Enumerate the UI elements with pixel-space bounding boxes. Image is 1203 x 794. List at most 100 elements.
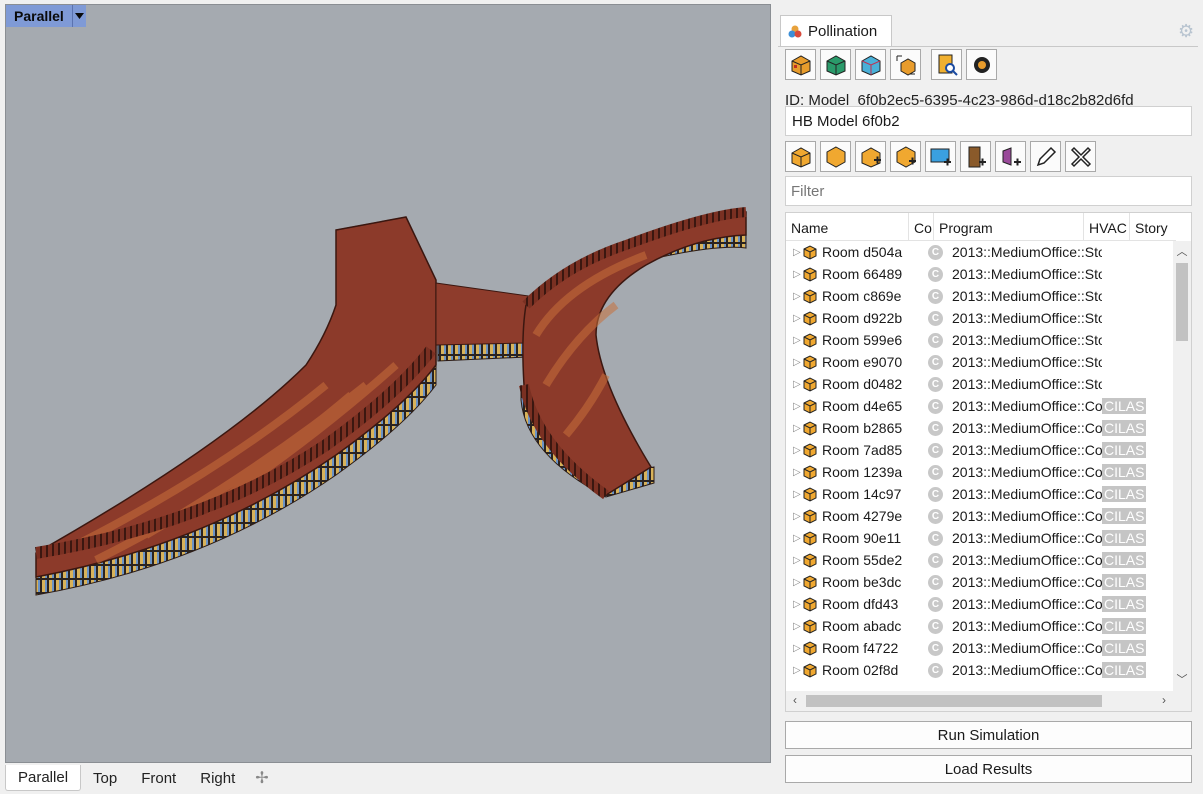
expand-arrow-icon[interactable]: ▷ — [786, 445, 801, 456]
column-name[interactable]: Name — [786, 213, 909, 240]
scroll-up-icon[interactable]: ︿ — [1173, 243, 1191, 261]
table-row[interactable]: ▷ Room 55de2 C 2013::MediumOffice::Cor CILAS — [786, 549, 1171, 571]
expand-arrow-icon[interactable]: ▷ — [786, 423, 801, 434]
expand-arrow-icon[interactable]: ▷ — [786, 511, 801, 522]
scroll-right-icon[interactable]: › — [1155, 693, 1173, 707]
table-row[interactable]: ▷ Room f4722 C 2013::MediumOffice::Cor CILAS — [786, 637, 1171, 659]
table-row[interactable]: ▷ Room d504a C 2013::MediumOffice::Sto — [786, 241, 1171, 263]
expand-arrow-icon[interactable]: ▷ — [786, 665, 801, 676]
viewport-title-tab[interactable]: Parallel — [6, 5, 86, 27]
room-icon — [803, 289, 817, 304]
run-simulation-button[interactable]: Run Simulation — [785, 721, 1192, 749]
construction-icon: C — [928, 354, 952, 370]
table-row[interactable]: ▷ Room e9070 C 2013::MediumOffice::Sto — [786, 351, 1171, 373]
add-room-plus-icon[interactable] — [855, 141, 886, 172]
scroll-down-icon[interactable]: ﹀ — [1173, 671, 1191, 689]
table-row[interactable]: ▷ Room 7ad85 C 2013::MediumOffice::Cor CILAS — [786, 439, 1171, 461]
tab-right[interactable]: Right — [188, 766, 247, 791]
table-row[interactable]: ▷ Room d4e65 C 2013::MediumOffice::Cor CILAS — [786, 395, 1171, 417]
add-hex-plus-icon[interactable] — [890, 141, 921, 172]
column-co[interactable]: Co — [909, 213, 934, 240]
panel-tab-pollination[interactable]: Pollination — [780, 15, 892, 47]
room-name: Room 4279e — [822, 508, 903, 524]
expand-arrow-icon[interactable]: ▷ — [786, 401, 801, 412]
export-icon[interactable] — [890, 49, 921, 80]
expand-arrow-icon[interactable]: ▷ — [786, 269, 801, 280]
table-row[interactable]: ▷ Room abadc C 2013::MediumOffice::Cor CILAS — [786, 615, 1171, 637]
table-row[interactable]: ▷ Room d0482 C 2013::MediumOffice::Sto — [786, 373, 1171, 395]
pollination-panel: Pollination ⚙ ID: Model_6f0b2ec5-6395-4c… — [778, 8, 1200, 792]
expand-arrow-icon[interactable]: ▷ — [786, 379, 801, 390]
table-row[interactable]: ▷ Room dfd43 C 2013::MediumOffice::Cor CILAS — [786, 593, 1171, 615]
table-row[interactable]: ▷ Room 14c97 C 2013::MediumOffice::Cor CILAS — [786, 483, 1171, 505]
hex-room-icon[interactable] — [820, 141, 851, 172]
column-story[interactable]: Story — [1130, 213, 1176, 240]
table-row[interactable]: ▷ Room 66489 C 2013::MediumOffice::Sto — [786, 263, 1171, 285]
scroll-thumb[interactable] — [1176, 263, 1188, 341]
room-hvac: CILAS — [1102, 530, 1146, 546]
expand-arrow-icon[interactable]: ▷ — [786, 599, 801, 610]
expand-arrow-icon[interactable]: ▷ — [786, 643, 801, 654]
construction-icon: C — [928, 508, 952, 524]
filter-input[interactable]: Filter — [785, 176, 1192, 206]
expand-arrow-icon[interactable]: ▷ — [786, 489, 801, 500]
viewport-parallel[interactable]: Parallel — [5, 4, 771, 763]
expand-arrow-icon[interactable]: ▷ — [786, 533, 801, 544]
delete-icon[interactable] — [1065, 141, 1096, 172]
grid-horizontal-scrollbar[interactable]: ‹ › — [786, 691, 1191, 711]
expand-arrow-icon[interactable]: ▷ — [786, 247, 801, 258]
grid-rows: ▷ Room d504a C 2013::MediumOffice::Sto ▷ Room… — [786, 241, 1171, 681]
table-row[interactable]: ▷ Room be3dc C 2013::MediumOffice::Cor CILAS — [786, 571, 1171, 593]
expand-arrow-icon[interactable]: ▷ — [786, 467, 801, 478]
table-row[interactable]: ▷ Room 02f8d C 2013::MediumOffice::Cor CILAS — [786, 659, 1171, 681]
column-hvac[interactable]: HVAC — [1084, 213, 1130, 240]
model-name-field[interactable]: HB Model 6f0b2 — [785, 106, 1192, 136]
tab-parallel[interactable]: Parallel — [5, 765, 82, 791]
room-program: 2013::MediumOffice::Cor — [952, 618, 1102, 634]
settings-gear-icon[interactable] — [966, 49, 997, 80]
table-row[interactable]: ▷ Room b2865 C 2013::MediumOffice::Cor CILAS — [786, 417, 1171, 439]
add-viewport-tab-icon[interactable]: ✢ — [247, 764, 276, 792]
expand-arrow-icon[interactable]: ▷ — [786, 291, 801, 302]
expand-arrow-icon[interactable]: ▷ — [786, 313, 801, 324]
rooms-icon[interactable] — [820, 49, 851, 80]
building-model[interactable] — [6, 5, 771, 763]
scroll-left-icon[interactable]: ‹ — [786, 693, 804, 707]
table-row[interactable]: ▷ Room d922b C 2013::MediumOffice::Sto — [786, 307, 1171, 329]
table-row[interactable]: ▷ Room 1239a C 2013::MediumOffice::Cor CILAS — [786, 461, 1171, 483]
room-hvac: CILAS — [1102, 420, 1146, 436]
expand-arrow-icon[interactable]: ▷ — [786, 357, 801, 368]
table-row[interactable]: ▷ Room 4279e C 2013::MediumOffice::Cor CILAS — [786, 505, 1171, 527]
model-icon[interactable] — [785, 49, 816, 80]
tab-top[interactable]: Top — [81, 766, 129, 791]
add-shade-icon[interactable] — [995, 141, 1026, 172]
construction-icon: C — [928, 376, 952, 392]
tab-front[interactable]: Front — [129, 766, 188, 791]
expand-arrow-icon[interactable]: ▷ — [786, 335, 801, 346]
add-door-icon[interactable] — [960, 141, 991, 172]
load-results-button[interactable]: Load Results — [785, 755, 1192, 783]
viewport-menu-arrow-icon[interactable] — [71, 5, 86, 27]
apertures-icon[interactable] — [855, 49, 886, 80]
construction-icon: C — [928, 662, 952, 678]
model-toolbar — [785, 49, 997, 80]
expand-arrow-icon[interactable]: ▷ — [786, 621, 801, 632]
pollination-logo-icon — [788, 25, 802, 37]
element-toolbar — [785, 141, 1096, 172]
expand-arrow-icon[interactable]: ▷ — [786, 555, 801, 566]
add-aperture-icon[interactable] — [925, 141, 956, 172]
edit-pencil-icon[interactable] — [1030, 141, 1061, 172]
room-program: 2013::MediumOffice::Sto — [952, 288, 1102, 304]
room-name: Room 1239a — [822, 464, 903, 480]
hscroll-thumb[interactable] — [806, 695, 1102, 707]
add-room-icon[interactable] — [785, 141, 816, 172]
validate-report-icon[interactable] — [931, 49, 962, 80]
panel-settings-gear-icon[interactable]: ⚙ — [1178, 22, 1196, 40]
table-row[interactable]: ▷ Room 599e6 C 2013::MediumOffice::Sto — [786, 329, 1171, 351]
grid-vertical-scrollbar[interactable]: ︿ ﹀ — [1173, 241, 1191, 691]
table-row[interactable]: ▷ Room 90e11 C 2013::MediumOffice::Cor CILAS — [786, 527, 1171, 549]
table-row[interactable]: ▷ Room c869e C 2013::MediumOffice::Sto — [786, 285, 1171, 307]
expand-arrow-icon[interactable]: ▷ — [786, 577, 801, 588]
room-icon — [803, 487, 817, 502]
column-program[interactable]: Program — [934, 213, 1084, 240]
